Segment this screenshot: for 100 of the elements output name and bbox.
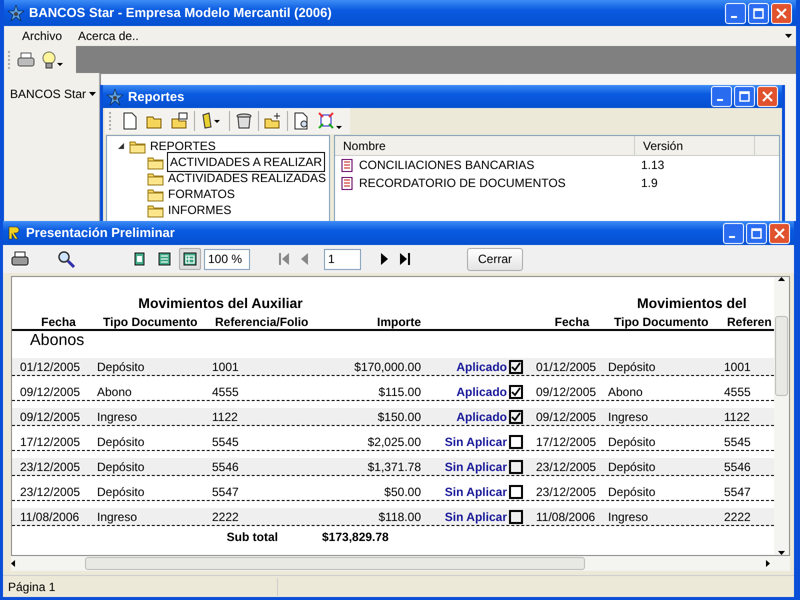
resize-arrows-dropdown-icon[interactable]	[318, 112, 342, 130]
table-cell-text: Ingreso	[97, 409, 138, 426]
table-cell-text: Depósito	[97, 359, 146, 376]
caret-icon[interactable]	[785, 34, 792, 38]
trash-icon[interactable]	[235, 112, 253, 130]
document-icon[interactable]	[121, 112, 139, 130]
maximize-icon[interactable]	[739, 91, 750, 102]
table-cell-text: 23/12/2005	[20, 484, 82, 501]
status-label: Sin Aplicar	[444, 434, 508, 451]
horizontal-scrollbar[interactable]	[11, 556, 790, 571]
window-title: Reportes	[128, 88, 184, 106]
page-layout-icon[interactable]	[183, 252, 197, 266]
search-icon[interactable]	[57, 250, 75, 268]
table-cell-text: Depósito	[97, 434, 146, 451]
maximize-button[interactable]	[748, 2, 769, 24]
tree-item[interactable]: REPORTES	[150, 137, 216, 155]
expanded-icon[interactable]	[117, 142, 125, 150]
status-text: Página 1	[3, 578, 278, 596]
page-layout-icon[interactable]	[133, 252, 147, 266]
status-label: Aplicado	[455, 409, 508, 426]
table-cell-text: 01/12/2005	[20, 359, 82, 376]
table-cell-text: 09/12/2005	[536, 409, 598, 426]
tree-item[interactable]: ACTIVIDADES REALIZADAS	[168, 169, 326, 187]
list-item[interactable]: RECORDATORIO DE DOCUMENTOS	[359, 174, 641, 192]
report-icon	[341, 158, 353, 172]
column-header[interactable]: Nombre	[335, 136, 635, 156]
maximize-button[interactable]	[746, 222, 767, 244]
minimize-button[interactable]	[723, 222, 744, 244]
table-cell-text: 1001	[724, 359, 752, 376]
table-cell-text: $50.00	[383, 484, 421, 501]
close-button[interactable]: Cerrar	[467, 248, 523, 270]
table-cell-text: $150.00	[376, 409, 421, 426]
table-cell-text: 1122	[212, 409, 239, 426]
column-header: Importe	[376, 315, 421, 329]
table-cell-text: 01/12/2005	[536, 359, 598, 376]
folder-export-icon[interactable]	[171, 112, 189, 130]
column-header: Tipo Documento	[614, 315, 708, 329]
column-header: Tipo Documento	[103, 315, 198, 329]
close-button[interactable]	[757, 86, 778, 107]
close-button[interactable]	[771, 2, 792, 24]
list-item[interactable]: CONCILIACIONES BANCARIAS	[359, 156, 641, 174]
table-cell-text: 5546	[724, 459, 752, 476]
scroll-left-icon[interactable]	[11, 560, 15, 567]
table-cell-text: 09/12/2005	[20, 384, 82, 401]
tree-item[interactable]: FORMATOS	[168, 185, 235, 203]
maximize-button[interactable]	[734, 86, 755, 107]
table-cell-text: $1,371.78	[366, 459, 421, 476]
maximize-icon[interactable]	[751, 228, 762, 238]
zoom-field[interactable]: 100 %	[204, 248, 250, 270]
table-cell-text: $118.00	[378, 509, 421, 526]
window-title: BANCOS Star - Empresa Modelo Mercantil (2006)	[29, 4, 332, 22]
table-cell-text: 1001	[212, 359, 240, 376]
table-cell-text: 09/12/2005	[20, 409, 82, 426]
last-page-icon[interactable]	[399, 252, 411, 266]
column-header: Referen	[727, 315, 772, 329]
close-icon[interactable]	[774, 228, 785, 238]
report-title: Movimientos del Auxiliar	[137, 294, 304, 313]
maximize-icon[interactable]	[753, 8, 764, 18]
lightbulb-icon[interactable]	[41, 50, 63, 68]
folder-star-icon[interactable]	[264, 112, 282, 130]
page-layout-icon[interactable]	[158, 252, 172, 266]
subtotal-label: Sub total	[226, 529, 279, 546]
panel-dropdown[interactable]: BANCOS Star	[10, 85, 96, 103]
status-label: Aplicado	[455, 359, 508, 376]
table-cell-text: 11/08/2006	[536, 509, 596, 526]
table-cell-text: 1122	[724, 409, 751, 426]
printer-icon[interactable]	[11, 251, 29, 267]
page-field[interactable]: 1	[324, 248, 361, 270]
table-cell-text: 5547	[212, 484, 240, 501]
tree-item[interactable]: ACTIVIDADES A REALIZAR	[168, 153, 324, 171]
menu-item[interactable]: Acerca de..	[78, 27, 139, 45]
scroll-right-icon[interactable]	[766, 560, 770, 567]
subtotal-value: $173,829.78	[321, 529, 390, 546]
close-button[interactable]	[769, 222, 790, 244]
first-page-icon[interactable]	[278, 252, 290, 266]
table-cell-text: 17/12/2005	[536, 434, 598, 451]
column-header: Fecha	[554, 315, 590, 329]
window-title: Presentación Preliminar	[26, 224, 175, 242]
close-icon[interactable]	[762, 91, 773, 102]
table-cell-text: $170,000.00	[353, 359, 421, 376]
close-icon[interactable]	[776, 8, 787, 18]
printer-icon[interactable]	[17, 52, 35, 68]
table-cell-text: Abono	[97, 384, 133, 401]
tree-item[interactable]: INFORMES	[168, 201, 232, 219]
column-header: Fecha	[41, 315, 76, 329]
r-logo-icon	[7, 226, 21, 240]
status-label: Sin Aplicar	[444, 459, 508, 476]
vertical-scrollbar[interactable]	[774, 277, 789, 555]
star-icon	[8, 5, 24, 21]
grid-view-button[interactable]	[179, 248, 201, 270]
caret-icon	[89, 92, 96, 96]
menu-item[interactable]: Archivo	[22, 27, 62, 45]
table-cell-text: 5545	[724, 434, 752, 451]
minimize-button[interactable]	[711, 86, 732, 107]
minimize-button[interactable]	[725, 2, 746, 24]
table-cell-text: Depósito	[608, 459, 656, 476]
table-cell-text: Depósito	[608, 434, 656, 451]
table-cell-text: Depósito	[608, 484, 656, 501]
column-header[interactable]: Versión	[635, 136, 755, 156]
scroll-up-icon[interactable]	[778, 277, 785, 281]
